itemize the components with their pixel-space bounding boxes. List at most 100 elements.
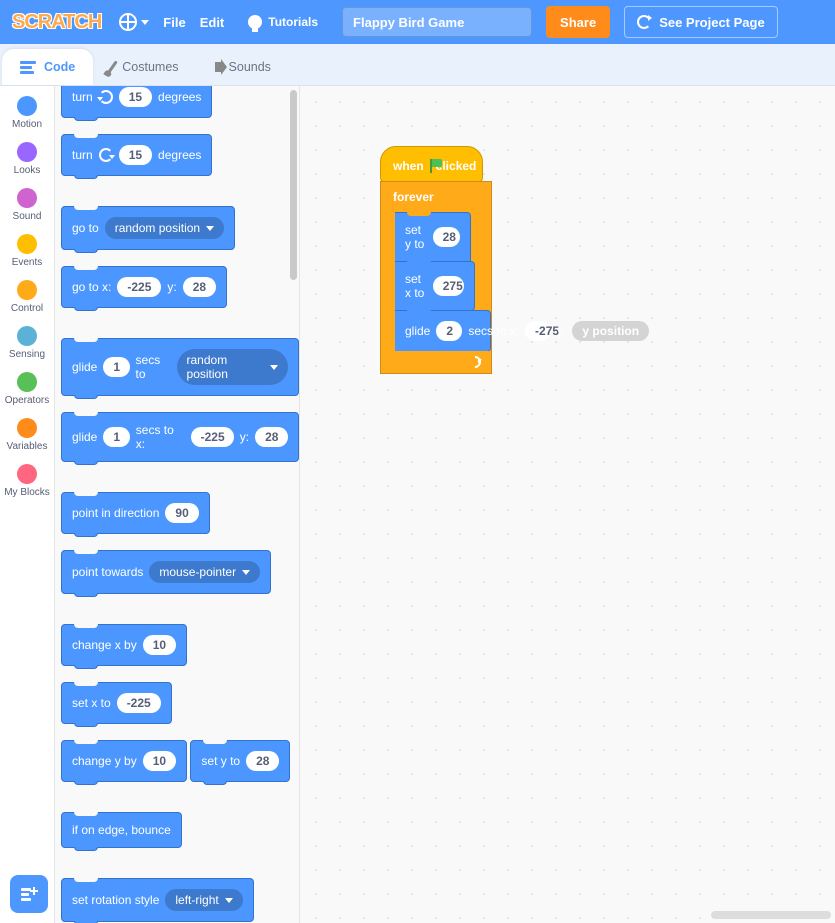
block-set-x-script[interactable]: set x to 275 [395, 261, 475, 311]
block-input[interactable]: 15 [119, 145, 152, 165]
block-input[interactable]: 1 [103, 357, 129, 377]
edit-menu[interactable]: Edit [200, 15, 225, 30]
category-label: Variables [7, 441, 48, 452]
block-input[interactable]: -225 [117, 693, 161, 713]
script-stack[interactable]: when clicked forever set y to 28 [380, 146, 492, 374]
file-menu[interactable]: File [163, 15, 185, 30]
block-set-y[interactable]: set y to 28 [190, 740, 290, 782]
block-input[interactable]: 15 [119, 87, 152, 107]
block-dropdown[interactable]: mouse-pointer [149, 561, 260, 583]
block-set-y-script[interactable]: set y to 28 [395, 212, 471, 262]
block-input[interactable]: 90 [165, 503, 198, 523]
block-change-x[interactable]: change x by 10 [61, 624, 187, 666]
block-glide-menu[interactable]: glide 1 secs to random position [61, 338, 299, 396]
block-goto-xy[interactable]: go to x: -225 y: 28 [61, 266, 227, 308]
block-dropdown[interactable]: random position [177, 349, 288, 385]
block-turn-ccw[interactable]: turn 15 degrees [61, 134, 212, 176]
project-title-input[interactable] [342, 7, 532, 37]
category-my-blocks[interactable]: My Blocks [0, 458, 54, 504]
palette-scrollbar[interactable] [290, 90, 297, 280]
caret-down-icon [270, 365, 278, 370]
block-label: set x to [72, 696, 111, 710]
block-point-towards[interactable]: point towards mouse-pointer [61, 550, 271, 594]
tab-sounds-label: Sounds [229, 60, 271, 74]
category-color-icon [17, 464, 37, 484]
block-input[interactable]: 10 [143, 751, 176, 771]
block-glide-xy[interactable]: glide 1 secs to x: -225 y: 28 [61, 412, 299, 462]
dropdown-label: random position [187, 353, 264, 381]
block-turn-cw[interactable]: turn 15 degrees [61, 86, 212, 118]
language-menu[interactable] [119, 13, 149, 31]
speaker-icon [215, 62, 221, 72]
block-label: go to [72, 221, 99, 235]
block-input[interactable]: 2 [436, 321, 462, 341]
caret-down-icon [206, 226, 214, 231]
block-label: set y to [201, 754, 240, 768]
dropdown-label: left-right [175, 893, 218, 907]
block-glide-script[interactable]: glide 2 secs to x: -275 y: y position [395, 310, 491, 352]
block-goto-menu[interactable]: go to random position [61, 206, 235, 250]
block-input[interactable]: -225 [191, 427, 234, 447]
block-rotation-style[interactable]: set rotation style left-right [61, 878, 254, 922]
tab-sounds[interactable]: Sounds [197, 49, 289, 85]
category-motion[interactable]: Motion [0, 90, 54, 136]
block-forever[interactable]: forever set y to 28 set x to 275 [380, 181, 492, 374]
block-label: degrees [158, 148, 201, 162]
block-input[interactable]: 28 [433, 227, 460, 247]
block-label: go to x: [72, 280, 111, 294]
reporter-slot[interactable]: y position [572, 321, 649, 341]
category-sensing[interactable]: Sensing [0, 320, 54, 366]
category-control[interactable]: Control [0, 274, 54, 320]
caret-down-icon [242, 570, 250, 575]
block-label: glide [72, 360, 97, 374]
workspace-scrollbar[interactable] [711, 911, 831, 919]
category-sound[interactable]: Sound [0, 182, 54, 228]
see-project-button[interactable]: See Project Page [624, 6, 778, 38]
block-input[interactable]: 28 [246, 751, 279, 771]
block-point-direction[interactable]: point in direction 90 [61, 492, 210, 534]
category-operators[interactable]: Operators [0, 366, 54, 412]
category-label: Motion [12, 119, 42, 130]
category-color-icon [17, 326, 37, 346]
block-input[interactable]: -225 [117, 277, 161, 297]
block-label: secs to [136, 353, 171, 381]
block-set-x[interactable]: set x to -225 [61, 682, 172, 724]
category-looks[interactable]: Looks [0, 136, 54, 182]
caret-down-icon [141, 20, 149, 25]
block-when-flag-clicked[interactable]: when clicked [380, 146, 483, 182]
share-button[interactable]: Share [546, 6, 610, 38]
tutorials-button[interactable]: Tutorials [238, 9, 328, 35]
category-label: Sound [13, 211, 42, 222]
tab-code[interactable]: Code [2, 49, 93, 85]
block-input[interactable]: 28 [255, 427, 288, 447]
scratch-logo[interactable]: SCRATCH [8, 11, 105, 34]
block-input[interactable]: 275 [433, 276, 464, 296]
reload-icon [637, 15, 651, 29]
block-input[interactable]: 28 [183, 277, 216, 297]
category-label: Sensing [9, 349, 45, 360]
tab-costumes-label: Costumes [122, 60, 178, 74]
menu-bar: SCRATCH File Edit Tutorials Share See Pr… [0, 0, 835, 44]
block-label: change x by [72, 638, 137, 652]
block-change-y[interactable]: change y by 10 [61, 740, 187, 782]
block-label: secs to x: [468, 324, 519, 338]
block-input[interactable]: -275 [525, 321, 551, 341]
block-input[interactable]: 1 [103, 427, 129, 447]
block-label: turn [72, 148, 93, 162]
block-label: glide [405, 324, 430, 338]
category-color-icon [17, 280, 37, 300]
extension-button[interactable] [10, 875, 48, 913]
block-dropdown[interactable]: left-right [165, 889, 242, 911]
block-label: set x to [405, 272, 427, 300]
script-workspace[interactable]: when clicked forever set y to 28 [300, 86, 835, 923]
block-label: y: [167, 280, 176, 294]
see-project-label: See Project Page [659, 15, 765, 30]
category-column: Motion Looks Sound EventsControl Sensing Oper… [0, 86, 55, 923]
block-edge-bounce[interactable]: if on edge, bounce [61, 812, 182, 848]
category-events[interactable]: Events [0, 228, 54, 274]
tab-costumes[interactable]: Costumes [93, 49, 196, 85]
block-input[interactable]: 10 [143, 635, 176, 655]
category-variables[interactable]: Variables [0, 412, 54, 458]
block-label: set rotation style [72, 893, 159, 907]
block-dropdown[interactable]: random position [105, 217, 224, 239]
